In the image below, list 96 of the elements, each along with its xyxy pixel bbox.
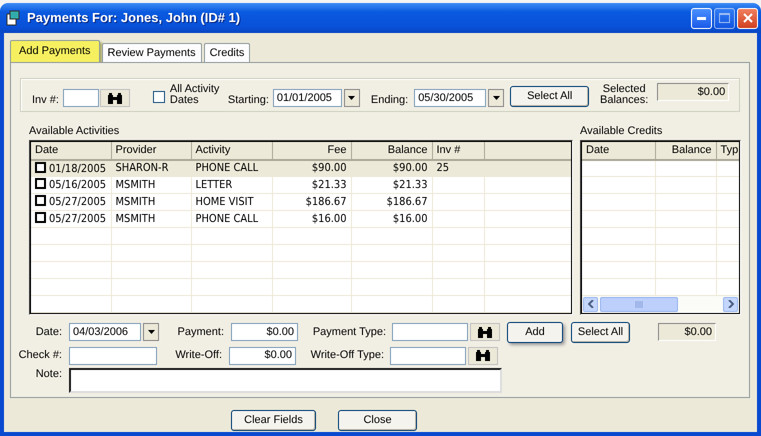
table-cell: $90.00 <box>312 161 346 174</box>
app-icon <box>6 10 22 26</box>
payment-type-field[interactable] <box>392 323 468 342</box>
column-header[interactable]: Typ <box>716 142 739 160</box>
table-cell: 05/27/2005 <box>49 195 106 208</box>
write-off-field[interactable]: $0.00 <box>229 346 296 365</box>
table-cell: LETTER <box>196 178 232 191</box>
date-field[interactable]: 04/03/2006 <box>69 323 141 342</box>
field-label: Write-Off: <box>174 349 223 362</box>
search-button[interactable] <box>100 89 130 107</box>
grip-icon <box>635 300 643 308</box>
table-cell: $21.33 <box>392 178 428 191</box>
minimize-icon <box>697 16 706 20</box>
payment-field[interactable]: $0.00 <box>231 323 298 342</box>
chevron-right-icon <box>728 300 734 308</box>
write-off-type-field[interactable] <box>390 346 466 365</box>
field-label: Inv #: <box>32 94 59 107</box>
select-all-button[interactable]: Select All <box>571 322 630 343</box>
maximize-button[interactable] <box>714 8 736 28</box>
invoice-field[interactable] <box>62 89 99 107</box>
field-label: Note: <box>34 368 63 380</box>
date-field[interactable]: 05/30/2005 <box>414 89 486 107</box>
close-button[interactable] <box>737 8 758 28</box>
tab[interactable]: Review Payments <box>102 43 202 62</box>
table-cell: 05/16/2005 <box>49 178 106 192</box>
checkbox[interactable] <box>35 212 46 224</box>
checkbox[interactable] <box>35 195 46 206</box>
column-header[interactable]: Balance <box>655 142 716 160</box>
field-label: Check #: <box>18 349 63 362</box>
field-label: Starting: <box>228 94 269 107</box>
section-label: Available Activities <box>29 125 120 138</box>
table-cell: SHARON-R <box>116 161 169 174</box>
table-cell: $90.00 <box>392 161 428 174</box>
search-button[interactable] <box>468 346 498 365</box>
column-header[interactable]: Balance <box>351 142 432 160</box>
binoculars-icon <box>477 326 493 339</box>
select-all-button[interactable]: Select All <box>510 86 590 107</box>
add-button[interactable]: Add <box>507 322 563 343</box>
field-label: Ending: <box>370 94 408 107</box>
column-header[interactable]: Activity <box>191 142 272 160</box>
minimize-button[interactable] <box>691 8 712 28</box>
table-cell: 25 <box>436 161 450 174</box>
field-label: Write-Off Type: <box>310 349 385 362</box>
binoculars-icon <box>475 349 491 362</box>
field-label: Payment: <box>176 326 225 338</box>
column-header[interactable]: Date <box>582 142 655 160</box>
balance-field: $0.00 <box>657 83 730 101</box>
field-label: Date: <box>34 326 63 338</box>
checkbox[interactable] <box>152 91 165 103</box>
chevron-left-icon <box>588 300 594 308</box>
table-cell: MSMITH <box>116 212 156 225</box>
dropdown-button[interactable] <box>344 89 360 107</box>
column-header[interactable]: Provider <box>111 142 191 160</box>
field-label: Selected Balances: <box>599 84 650 107</box>
close-icon <box>742 13 753 23</box>
table-cell: 05/27/2005 <box>49 212 106 226</box>
table-cell: 01/18/2005 <box>49 162 106 175</box>
checkbox-label[interactable]: All Activity Dates <box>170 84 228 107</box>
caret-icon <box>492 96 500 100</box>
table-cell: PHONE CALL <box>196 212 258 225</box>
table-cell: $21.33 <box>312 178 346 191</box>
scroll-thumb[interactable] <box>600 296 678 312</box>
credit-total-field: $0.00 <box>658 323 716 342</box>
scroll-left-button[interactable] <box>583 296 598 312</box>
binoculars-icon <box>106 92 123 104</box>
tab[interactable]: Add Payments <box>10 40 100 62</box>
table-cell: HOME VISIT <box>196 194 254 208</box>
search-button[interactable] <box>470 323 500 342</box>
close-button[interactable]: Close <box>338 410 417 431</box>
clear-fields-button[interactable]: Clear Fields <box>231 410 316 431</box>
table-cell: PHONE CALL <box>196 161 258 174</box>
scroll-right-button[interactable] <box>723 296 738 312</box>
section-label: Available Credits <box>580 125 664 138</box>
table-cell: $186.67 <box>306 194 346 208</box>
maximize-icon <box>719 13 730 23</box>
field-label: Payment Type: <box>312 326 387 338</box>
table-cell: MSMITH <box>116 178 156 191</box>
column-header[interactable]: Fee <box>272 142 351 160</box>
date-field[interactable]: 01/01/2005 <box>272 89 342 107</box>
table-cell: $16.00 <box>312 212 346 225</box>
horizontal-scrollbar[interactable] <box>582 296 739 313</box>
table-cell: MSMITH <box>116 194 156 208</box>
tab[interactable]: Credits <box>204 43 250 62</box>
table-cell: $186.67 <box>386 194 428 208</box>
checkbox[interactable] <box>35 162 46 173</box>
checkbox[interactable] <box>35 178 46 190</box>
caret-icon <box>348 96 356 100</box>
window-title: Payments For: Jones, John (ID# 1) <box>27 10 240 26</box>
check-number-field[interactable] <box>69 346 157 365</box>
dropdown-button[interactable] <box>143 323 159 342</box>
caret-icon <box>148 330 154 334</box>
note-field[interactable] <box>69 368 502 393</box>
dropdown-button[interactable] <box>488 89 504 107</box>
table-cell: $16.00 <box>392 212 428 225</box>
column-header[interactable]: Inv # <box>432 142 484 160</box>
column-header[interactable]: Date <box>31 142 111 160</box>
